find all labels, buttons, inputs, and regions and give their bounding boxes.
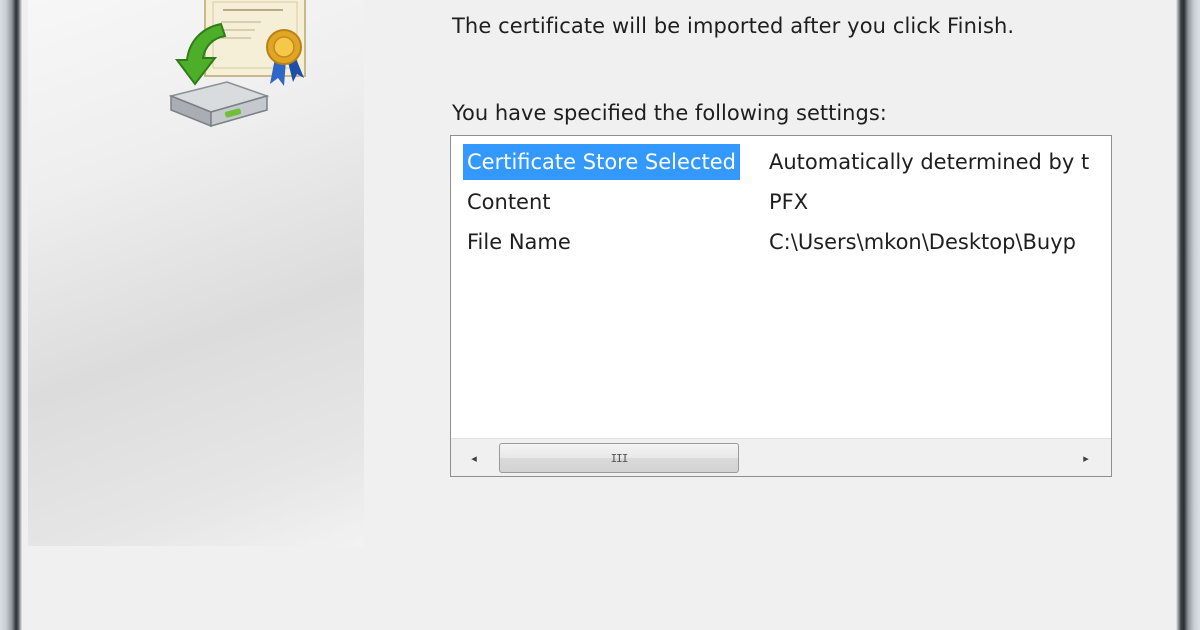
setting-value: PFX: [769, 190, 809, 214]
window-frame-right: [1176, 0, 1200, 630]
wizard-footer: [22, 582, 1176, 630]
scroll-thumb-grip: III: [610, 451, 629, 465]
setting-value: Automatically determined by t: [769, 150, 1090, 174]
settings-list[interactable]: Certificate Store Selected Automatically …: [450, 135, 1112, 477]
wizard-banner: [28, 0, 364, 546]
setting-name: Certificate Store Selected: [463, 144, 740, 180]
setting-value: C:\Users\mkon\Desktop\Buyp: [769, 230, 1076, 254]
window-frame-left: [0, 0, 22, 630]
settings-row[interactable]: Certificate Store Selected Automatically …: [451, 144, 1111, 180]
import-notice-text: The certificate will be imported after y…: [452, 14, 1015, 38]
certificate-import-icon: [168, 0, 306, 128]
setting-name: File Name: [467, 230, 571, 254]
settings-row[interactable]: Content PFX: [451, 184, 1111, 220]
horizontal-scrollbar[interactable]: ◂ III ▸: [451, 438, 1111, 476]
settings-row[interactable]: File Name C:\Users\mkon\Desktop\Buyp: [451, 224, 1111, 260]
scroll-right-arrow-icon[interactable]: ▸: [1075, 447, 1097, 469]
scroll-left-arrow-icon[interactable]: ◂: [463, 447, 485, 469]
settings-summary-label: You have specified the following setting…: [452, 101, 887, 125]
scroll-thumb[interactable]: III: [499, 443, 739, 473]
setting-name: Content: [467, 190, 551, 214]
